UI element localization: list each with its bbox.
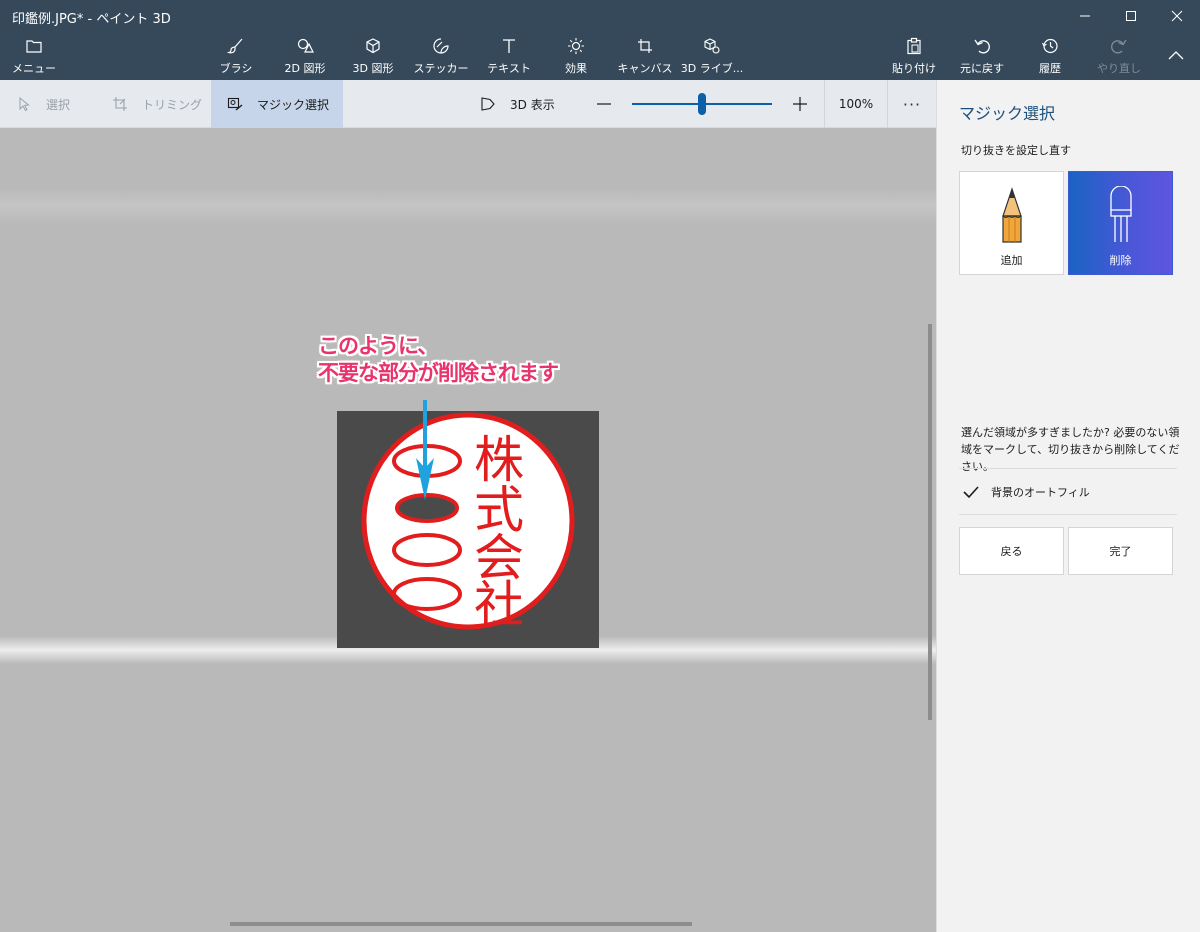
zoom-out-button[interactable] — [594, 80, 614, 128]
ribbon-canvas[interactable]: キャンバス — [618, 36, 673, 78]
company-seal-image: 株 式 会 社 — [361, 412, 575, 634]
tool-options-bar: 選択 トリミング マジック選択 3D 表示 — [0, 80, 936, 128]
panel-subtitle: 切り抜きを設定し直す — [961, 144, 1071, 157]
minimize-button[interactable] — [1062, 0, 1108, 32]
history-icon — [1042, 38, 1058, 54]
zoom-level[interactable]: 100% — [824, 80, 888, 128]
more-options-button[interactable]: ··· — [894, 80, 930, 128]
vertical-scrollbar[interactable] — [928, 324, 932, 720]
ribbon-text[interactable]: テキスト — [486, 36, 532, 78]
back-button[interactable]: 戻る — [959, 527, 1064, 575]
paste-icon — [907, 37, 921, 55]
horizontal-scrollbar[interactable] — [230, 922, 692, 926]
undo-icon — [974, 39, 990, 54]
ribbon-3d-library[interactable]: 3D ライブ... — [681, 36, 743, 78]
canvas-workspace[interactable]: 株 式 会 社 このように、 不要な部分が削除されます — [0, 128, 936, 932]
stamp-image[interactable]: 株 式 会 社 — [337, 411, 599, 648]
maximize-icon — [1126, 11, 1136, 21]
magic-select-panel: マジック選択 切り抜きを設定し直す 追加 削除 選んだ領域が多すぎましたか? 必… — [936, 80, 1200, 932]
maximize-button[interactable] — [1108, 0, 1154, 32]
magic-select-icon — [227, 97, 243, 111]
view-3d-toggle[interactable]: 3D 表示 — [480, 80, 570, 128]
cube-icon — [366, 38, 380, 54]
window-title: 印鑑例.JPG* - ペイント 3D — [12, 12, 171, 27]
app-header: 印鑑例.JPG* - ペイント 3D メニュー ブラシ 2D 図形 3D 図形 … — [0, 0, 1200, 80]
sticker-icon — [433, 38, 449, 54]
panel-title: マジック選択 — [959, 104, 1056, 123]
ribbon-undo[interactable]: 元に戻す — [958, 36, 1006, 78]
folder-icon — [26, 40, 42, 53]
cursor-icon — [19, 96, 30, 112]
text-icon — [503, 39, 515, 53]
canvas-crop-icon — [638, 39, 652, 53]
redo-icon — [1111, 39, 1127, 54]
eraser-icon — [1109, 186, 1132, 242]
remove-button[interactable]: 削除 — [1068, 171, 1173, 275]
annotation-line-2: 不要な部分が削除されます — [318, 361, 559, 385]
select-tool[interactable]: 選択 — [16, 80, 96, 128]
close-button[interactable] — [1154, 0, 1200, 32]
zoom-slider-thumb[interactable] — [698, 93, 706, 115]
done-button[interactable]: 完了 — [1068, 527, 1173, 575]
divider — [959, 468, 1177, 469]
ribbon-effects[interactable]: 効果 — [560, 36, 592, 78]
menu-button[interactable]: メニュー — [12, 36, 56, 78]
chevron-up-icon — [1168, 51, 1184, 60]
close-icon — [1171, 10, 1183, 22]
sun-icon — [568, 38, 584, 54]
ribbon-stickers[interactable]: ステッカー — [414, 36, 469, 78]
minus-icon — [597, 103, 611, 105]
zoom-in-button[interactable] — [790, 80, 810, 128]
pencil-icon — [1001, 187, 1022, 243]
title-bar: 印鑑例.JPG* - ペイント 3D — [0, 0, 1200, 32]
ribbon-brush[interactable]: ブラシ — [216, 36, 256, 78]
2d-shapes-icon — [297, 38, 314, 53]
annotation-line-1: このように、 — [318, 334, 438, 358]
floor-highlight — [0, 188, 936, 224]
minimize-icon — [1080, 15, 1090, 17]
divider — [959, 514, 1177, 515]
3d-view-icon — [481, 97, 495, 111]
stamp-char-4: 社 — [474, 576, 524, 634]
add-button[interactable]: 追加 — [959, 171, 1064, 275]
3d-library-icon — [704, 38, 720, 54]
plus-icon — [793, 97, 807, 111]
ribbon-redo[interactable]: やり直し — [1096, 36, 1142, 78]
down-arrow-icon — [416, 400, 434, 500]
ribbon-3d-shapes[interactable]: 3D 図形 — [348, 36, 398, 78]
crop-tool[interactable]: トリミング — [112, 80, 210, 128]
autofill-checkbox[interactable]: 背景のオートフィル — [961, 480, 1090, 504]
ribbon-2d-shapes[interactable]: 2D 図形 — [280, 36, 330, 78]
magic-select-tool[interactable]: マジック選択 — [211, 80, 343, 128]
ribbon-history[interactable]: 履歴 — [1034, 36, 1066, 78]
crop-icon — [113, 97, 127, 111]
ribbon-paste[interactable]: 貼り付け — [892, 36, 936, 78]
brush-icon — [227, 38, 243, 54]
checkmark-icon — [963, 486, 979, 499]
annotation-callout: このように、 不要な部分が削除されます — [318, 333, 559, 387]
